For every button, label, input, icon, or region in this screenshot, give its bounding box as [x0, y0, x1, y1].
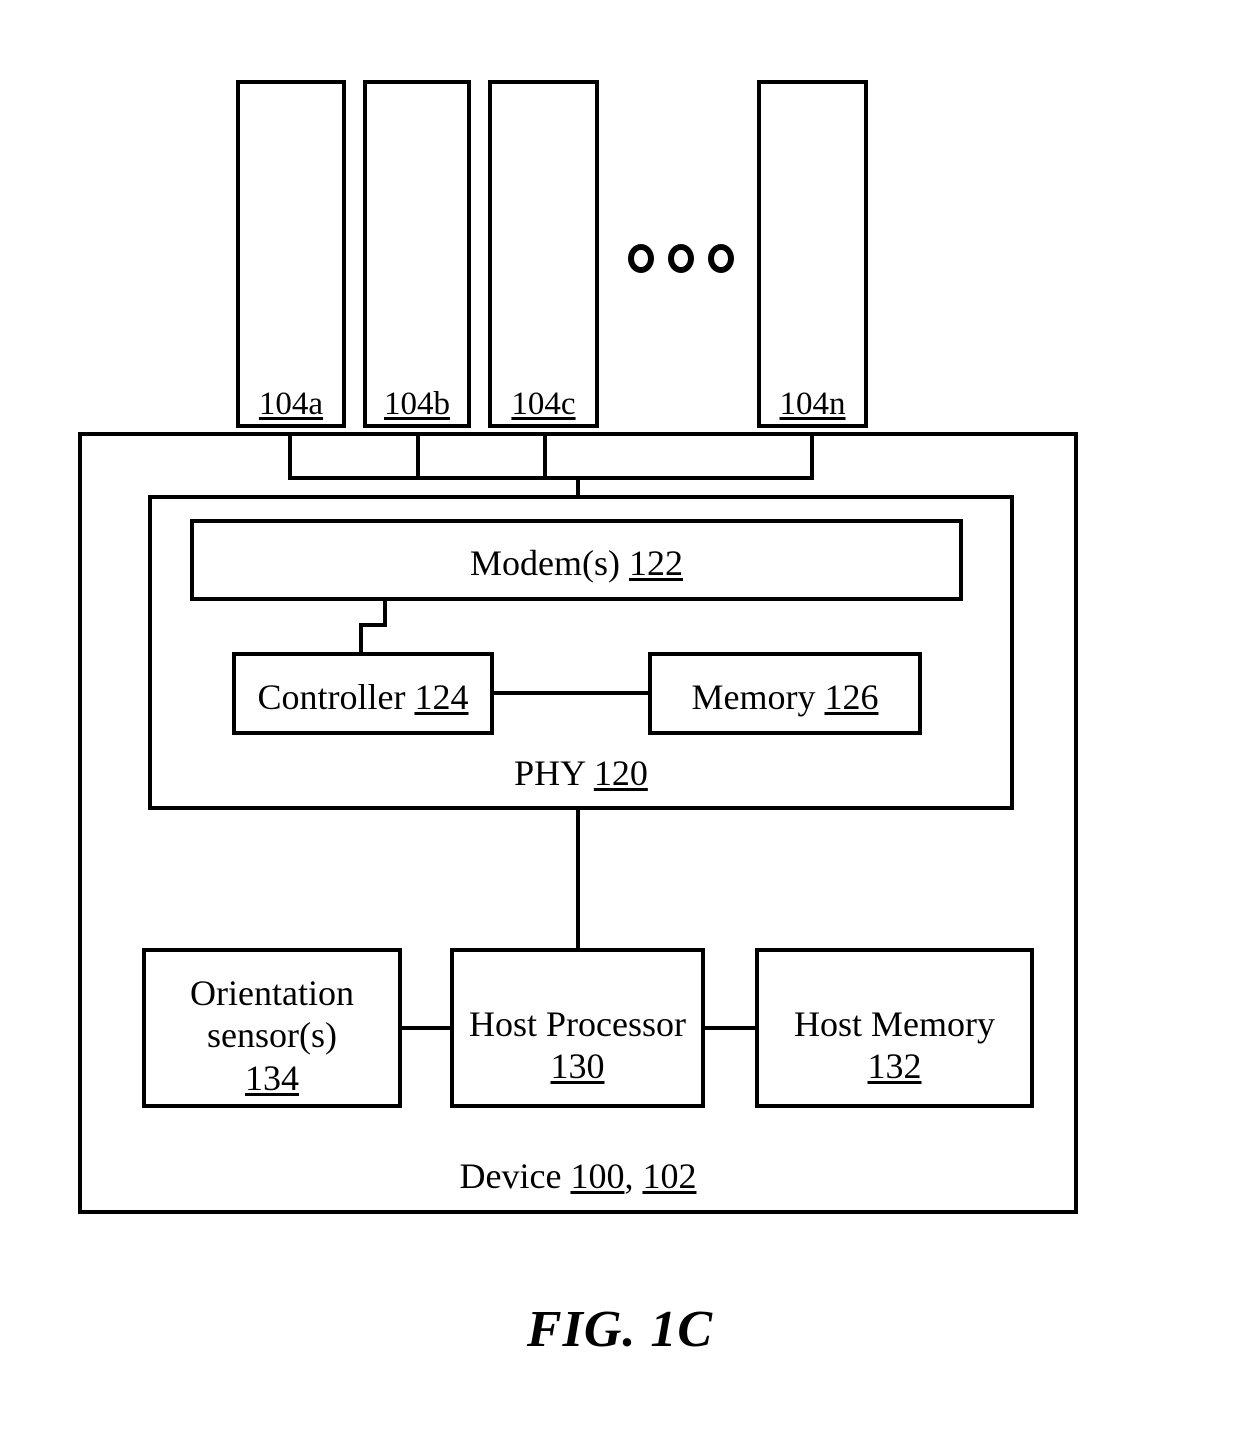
antenna-104a-label: 104a	[258, 386, 324, 422]
antenna-feed-104n	[810, 432, 814, 480]
figure-caption: FIG. 1C	[526, 1301, 714, 1358]
orientation-sensor-label: Orientation sensor(s) 134	[142, 972, 402, 1099]
device-label: Device 100, 102	[78, 1155, 1078, 1197]
host-processor-memory-link	[703, 1026, 757, 1030]
host-memory-label: Host Memory 132	[755, 1003, 1034, 1088]
antenna-104c	[488, 80, 599, 428]
ellipsis-dot-1	[628, 244, 654, 273]
orientation-sensor-ref: 134	[245, 1057, 299, 1098]
orientation-sensor-line2: sensor(s)	[207, 1015, 337, 1056]
device-ref-1: 100	[570, 1156, 625, 1196]
phy-label: PHY 120	[148, 752, 1014, 794]
antenna-104n-label: 104n	[779, 386, 846, 422]
host-memory-ref: 132	[867, 1046, 922, 1087]
phy-ref: 120	[593, 753, 648, 793]
memory-label-text: Memory	[691, 677, 825, 717]
antenna-feed-104b	[416, 432, 420, 480]
antenna-combining-bus	[288, 476, 814, 480]
modem-to-controller-seg3	[359, 623, 363, 655]
modem-ref: 122	[628, 543, 683, 583]
antenna-feed-104c	[543, 432, 547, 480]
host-memory-line1: Host Memory	[794, 1004, 995, 1044]
figure-canvas: 104a 104b 104c 104n Modem(s) 122 Control…	[0, 0, 1240, 1441]
controller-ref: 124	[414, 677, 469, 717]
controller-label-text: Controller	[257, 677, 415, 717]
modem-label-text: Modem(s)	[470, 543, 629, 583]
antenna-104b	[363, 80, 471, 428]
controller-label: Controller 124	[232, 676, 494, 718]
memory-ref: 126	[824, 677, 879, 717]
host-processor-label: Host Processor 130	[450, 1003, 705, 1088]
orientation-sensor-line1: Orientation	[190, 973, 354, 1013]
sensor-host-processor-link	[400, 1026, 452, 1030]
phy-to-host-processor-link	[576, 806, 580, 948]
antenna-104c-label: 104c	[511, 386, 576, 422]
modem-label: Modem(s) 122	[190, 542, 963, 584]
host-processor-ref: 130	[550, 1046, 605, 1087]
host-processor-line1: Host Processor	[469, 1004, 686, 1044]
modem-to-controller-seg2	[359, 623, 387, 627]
antenna-104n	[757, 80, 868, 428]
device-label-text: Device	[459, 1156, 571, 1196]
ellipsis-dot-3	[708, 244, 734, 273]
ellipsis-dot-2	[668, 244, 694, 273]
phy-label-text: PHY	[514, 753, 594, 793]
antenna-104b-label: 104b	[384, 386, 450, 422]
device-ref-separator: ,	[624, 1156, 643, 1196]
antenna-104a	[236, 80, 346, 428]
memory-label: Memory 126	[648, 676, 922, 718]
antenna-feed-104a	[288, 432, 292, 480]
device-ref-2: 102	[642, 1156, 697, 1196]
controller-memory-link	[492, 691, 650, 695]
